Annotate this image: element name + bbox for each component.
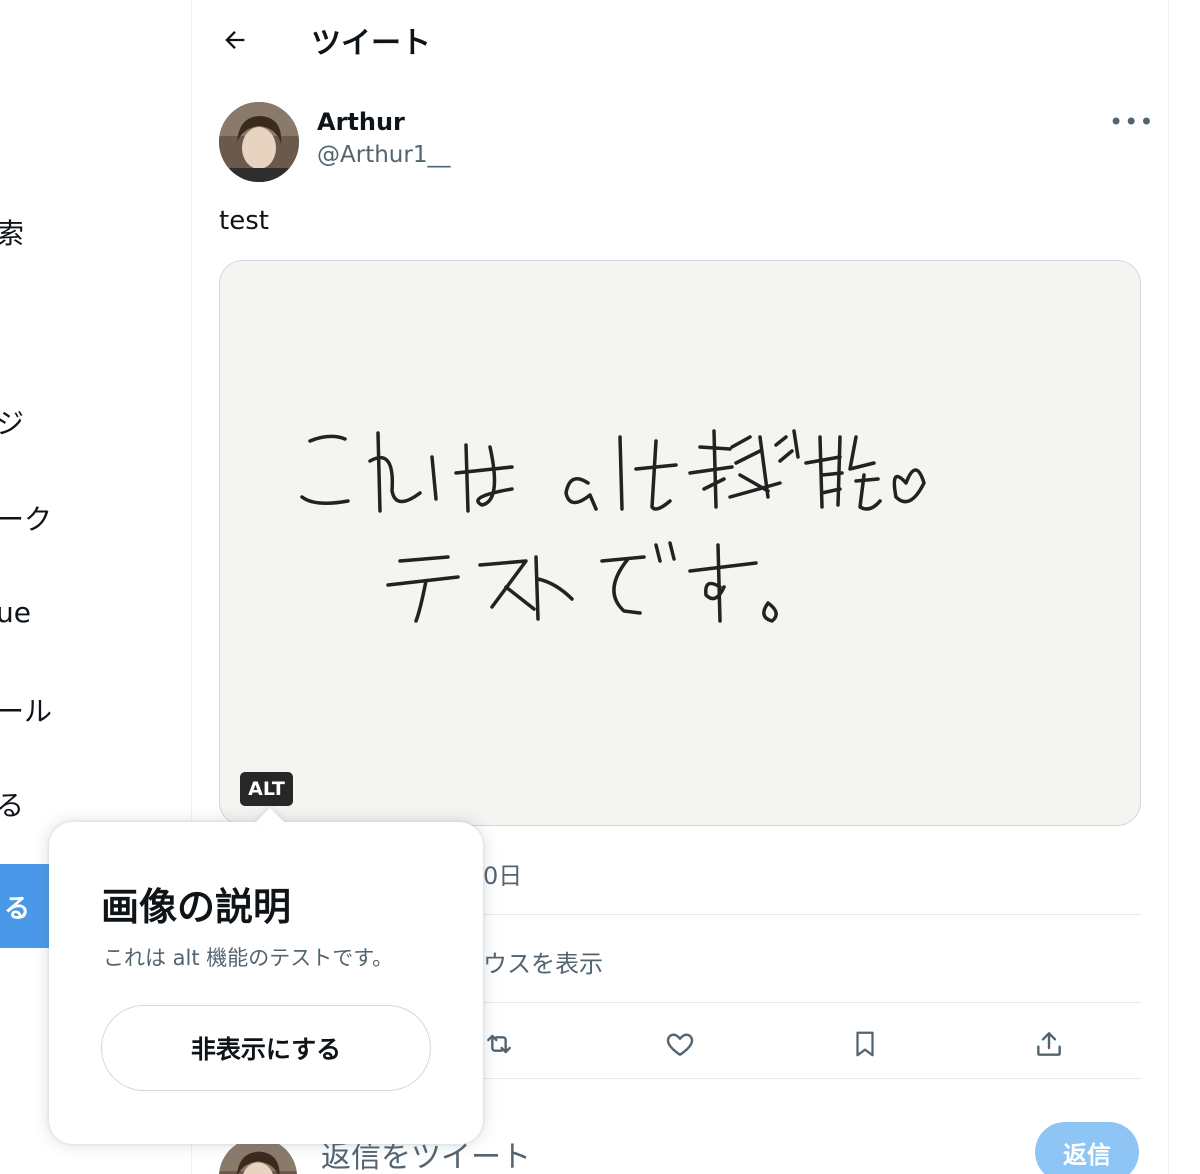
popup-description: これは alt 機能のテストです。 — [103, 946, 394, 970]
avatar[interactable] — [219, 102, 299, 182]
handwriting-image — [300, 429, 926, 623]
sidebar-item-explore-fragment[interactable]: 索 — [0, 212, 24, 252]
reply-button[interactable]: 返信 — [1035, 1122, 1139, 1174]
sidebar-item-blue-fragment[interactable]: ue — [0, 596, 31, 629]
tweet-text: test — [219, 206, 269, 236]
hide-button[interactable]: 非表示にする — [101, 1005, 431, 1091]
tweet-image[interactable] — [219, 260, 1141, 826]
tweet-timestamp-fragment: 0日 — [483, 862, 523, 890]
back-button[interactable] — [215, 20, 255, 60]
popup-title: 画像の説明 — [101, 885, 292, 929]
arrow-left-icon — [225, 31, 245, 49]
more-options-icon[interactable]: ••• — [1109, 108, 1154, 136]
page-header: ツイート — [193, 0, 1169, 80]
sidebar-item-profile-fragment[interactable]: ール — [0, 690, 52, 730]
sidebar-item-bookmarks-fragment[interactable]: ーク — [0, 498, 52, 538]
author-handle[interactable]: @Arthur1__ — [317, 142, 450, 168]
alt-badge-button[interactable]: ALT — [240, 772, 293, 806]
sidebar-tweet-button[interactable]: る — [0, 864, 50, 948]
bookmark-icon[interactable] — [845, 1024, 885, 1064]
share-icon[interactable] — [1029, 1024, 1069, 1064]
page-title: ツイート — [311, 26, 431, 61]
alt-description-popup: 画像の説明 これは alt 機能のテストです。 非表示にする — [49, 807, 483, 1144]
like-icon[interactable] — [660, 1024, 700, 1064]
avatar-photo-icon — [219, 102, 299, 182]
sidebar-item-messages-fragment[interactable]: ジ — [0, 402, 24, 442]
retweet-icon[interactable] — [479, 1024, 519, 1064]
author-name[interactable]: Arthur — [317, 108, 405, 136]
sidebar-item-more-fragment[interactable]: る — [0, 784, 24, 824]
view-quote-tweets-link[interactable]: ウスを表示 — [483, 944, 603, 979]
